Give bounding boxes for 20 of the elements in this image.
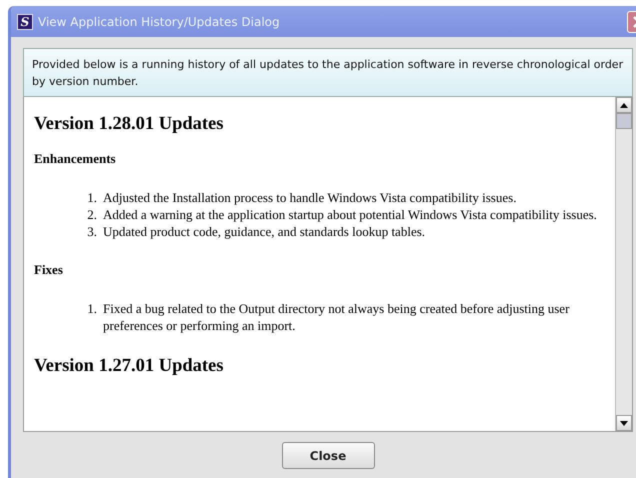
list-item: Added a warning at the application startup about potential Windows Vista compatibility issues. [103, 206, 598, 223]
section-heading: Fixes [34, 262, 64, 278]
section-heading: Enhancements [34, 151, 117, 167]
item-number: 3. [86, 223, 97, 240]
list-item: Updated product code, guidance, and standards lookup tables. [103, 223, 426, 240]
window-title: View Application History/Updates Dialog [38, 14, 280, 28]
scrollbar[interactable] [615, 97, 632, 431]
intro-text: Provided below is a running history of all updates to the application software in reverse chronological order by version number. [23, 48, 633, 97]
scroll-up-icon[interactable] [616, 97, 632, 113]
item-number: 1. [86, 189, 97, 206]
scroll-down-icon[interactable] [616, 415, 632, 431]
version-heading: Version 1.28.01 Updates [34, 114, 224, 135]
app-logo: S [17, 14, 33, 30]
scroll-thumb[interactable] [616, 113, 632, 129]
item-number: 1. [86, 300, 97, 318]
item-number: 2. [86, 206, 97, 223]
close-button[interactable]: Close [282, 442, 374, 469]
version-heading: Version 1.27.01 Updates [34, 356, 224, 377]
list-item: Fixed a bug related to the Output directory not always being created before adjusting user preferences or performing an import. [103, 300, 570, 334]
list-item: Adjusted the Installation process to handle Windows Vista compatibility issues. [103, 189, 518, 206]
